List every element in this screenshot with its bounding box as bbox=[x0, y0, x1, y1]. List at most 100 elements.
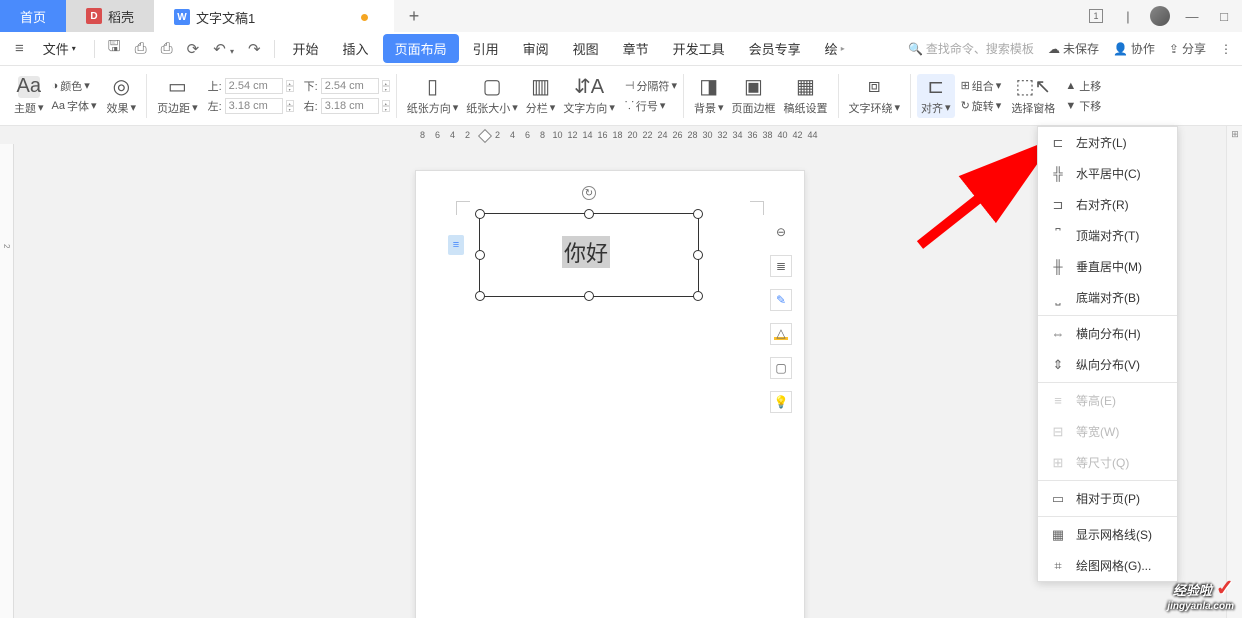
ribbon-upshift[interactable]: ▲ 上移 bbox=[1065, 78, 1101, 94]
coop-button[interactable]: 👤 协作 bbox=[1113, 40, 1155, 57]
side-minus-button[interactable]: ⊖ bbox=[770, 221, 792, 243]
dropdown-item: ≡等高(E) bbox=[1038, 385, 1177, 416]
tab-docke[interactable]: D 稻壳 bbox=[66, 0, 154, 32]
handle-bl[interactable] bbox=[475, 291, 485, 301]
dropdown-item[interactable]: ⌗绘图网格(G)... bbox=[1038, 550, 1177, 581]
ribbon-pageborder[interactable]: ▣ 页面边框 bbox=[728, 74, 780, 118]
ribbon-margin[interactable]: ▭ 页边距▾ bbox=[153, 74, 202, 118]
menu-chapter[interactable]: 章节 bbox=[613, 35, 659, 62]
margin-bottom-row: 下:2.54 cm▴▾ bbox=[304, 78, 390, 94]
menu-page-layout[interactable]: 页面布局 bbox=[383, 34, 459, 63]
side-pencil-button[interactable]: ✎ bbox=[770, 289, 792, 311]
menu-start[interactable]: 开始 bbox=[283, 35, 329, 62]
dropdown-item[interactable]: ╬水平居中(C) bbox=[1038, 158, 1177, 189]
text-box[interactable]: ↻ 你好 bbox=[479, 213, 699, 297]
handle-br[interactable] bbox=[693, 291, 703, 301]
menu-review[interactable]: 审阅 bbox=[513, 35, 559, 62]
dropdown-item[interactable]: ⇕纵向分布(V) bbox=[1038, 349, 1177, 380]
scroll-settings-icon[interactable]: ⊞ bbox=[1228, 127, 1242, 141]
dropdown-item[interactable]: ⊐右对齐(R) bbox=[1038, 189, 1177, 220]
dropdown-item: ⊞等尺寸(Q) bbox=[1038, 447, 1177, 478]
dropdown-item[interactable]: ⇔横向分布(H) bbox=[1038, 318, 1177, 349]
dropdown-item[interactable]: ▭相对于页(P) bbox=[1038, 483, 1177, 514]
print-preview-icon[interactable]: ⎙ bbox=[130, 40, 152, 57]
more-icon[interactable]: ⋮ bbox=[1220, 42, 1232, 56]
avatar[interactable] bbox=[1150, 6, 1170, 26]
save-icon[interactable]: 🖫 bbox=[103, 36, 126, 61]
side-wrap-button[interactable]: ≣ bbox=[770, 255, 792, 277]
handle-ml[interactable] bbox=[475, 250, 485, 260]
hamburger-icon[interactable]: ≡ bbox=[10, 40, 29, 57]
margin-bottom-input[interactable]: 2.54 cm bbox=[321, 78, 379, 94]
minimize-button[interactable]: — bbox=[1182, 6, 1202, 26]
menu-insert[interactable]: 插入 bbox=[333, 35, 379, 62]
dropdown-item[interactable]: ⎴顶端对齐(T) bbox=[1038, 220, 1177, 251]
orientation-icon: ▯ bbox=[421, 76, 443, 98]
text-box-content[interactable]: 你好 bbox=[562, 236, 610, 268]
ribbon-size[interactable]: ▢ 纸张大小▾ bbox=[462, 74, 522, 118]
align-item-icon: ≡ bbox=[1050, 393, 1066, 409]
dropdown-item[interactable]: ⊏左对齐(L) bbox=[1038, 127, 1177, 158]
ribbon-background[interactable]: ◨ 背景▾ bbox=[690, 74, 728, 118]
ribbon-theme[interactable]: Aa 主题▾ bbox=[10, 74, 48, 118]
vertical-scrollbar[interactable]: ⊞ bbox=[1226, 126, 1242, 618]
columns-icon: ▥ bbox=[530, 76, 552, 98]
dropdown-item[interactable]: ▦显示网格线(S) bbox=[1038, 519, 1177, 550]
side-shape-button[interactable]: ▢ bbox=[770, 357, 792, 379]
ribbon-textwrap[interactable]: ⧈ 文字环绕▾ bbox=[845, 74, 905, 118]
ribbon-combine[interactable]: ⊞ 组合▾ bbox=[961, 78, 1002, 94]
ribbon-selectpane[interactable]: ⬚↖ 选择窗格 bbox=[1007, 74, 1059, 118]
ribbon-orientation[interactable]: ▯ 纸张方向▾ bbox=[403, 74, 463, 118]
menu-draw[interactable]: 绘 ▸ bbox=[815, 35, 855, 62]
menu-devtools[interactable]: 开发工具 bbox=[663, 35, 735, 62]
menu-member[interactable]: 会员专享 bbox=[739, 35, 811, 62]
menu-view[interactable]: 视图 bbox=[563, 35, 609, 62]
margin-right-row: 右:3.18 cm▴▾ bbox=[304, 98, 390, 114]
ribbon-rotate[interactable]: ↻ 旋转▾ bbox=[961, 98, 1002, 114]
search-box[interactable]: 🔍 查找命令、搜索模板 bbox=[908, 40, 1034, 57]
ribbon-columns[interactable]: ▥ 分栏▾ bbox=[522, 74, 560, 118]
dropdown-item[interactable]: ⎵底端对齐(B) bbox=[1038, 282, 1177, 313]
side-bulb-button[interactable]: 💡 bbox=[770, 391, 792, 413]
maximize-button[interactable]: □ bbox=[1214, 6, 1234, 26]
page[interactable]: ≡ ↻ 你好 ⊖ ≣ ✎ △ ▢ 💡 bbox=[415, 170, 805, 618]
handle-tm[interactable] bbox=[584, 209, 594, 219]
margin-icon: ▭ bbox=[166, 76, 188, 98]
handle-mr[interactable] bbox=[693, 250, 703, 260]
ribbon-effect[interactable]: ◎ 效果▾ bbox=[103, 74, 141, 118]
align-item-icon: ⊞ bbox=[1050, 455, 1066, 471]
handle-bm[interactable] bbox=[584, 291, 594, 301]
refresh-icon[interactable]: ⟳ bbox=[182, 40, 205, 58]
ribbon-color[interactable]: ◑ 颜色▾ bbox=[52, 78, 97, 94]
undo-icon[interactable]: ↶ ▾ bbox=[208, 40, 239, 58]
ribbon-font[interactable]: Aa 字体▾ bbox=[52, 98, 97, 114]
print-icon[interactable]: ⎙ bbox=[156, 40, 178, 57]
window-counter[interactable]: 1 bbox=[1086, 6, 1106, 26]
dropdown-item[interactable]: ╫垂直居中(M) bbox=[1038, 251, 1177, 282]
word-icon: W bbox=[174, 9, 190, 25]
margin-left-input[interactable]: 3.18 cm bbox=[225, 98, 283, 114]
tab-home[interactable]: 首页 bbox=[0, 0, 66, 32]
ribbon-align[interactable]: ⊏ 对齐▾ bbox=[917, 74, 955, 118]
handle-tr[interactable] bbox=[693, 209, 703, 219]
share-button[interactable]: ⇪ 分享 bbox=[1169, 40, 1206, 57]
side-highlight-button[interactable]: △ bbox=[770, 323, 792, 345]
ribbon-textdir[interactable]: ⇵A 文字方向▾ bbox=[559, 74, 619, 118]
theme-icon: Aa bbox=[18, 76, 40, 98]
textwrap-icon: ⧈ bbox=[863, 76, 885, 98]
vertical-ruler: 2 bbox=[0, 144, 14, 618]
file-menu[interactable]: 文件 ▾ bbox=[33, 35, 86, 62]
unsaved-status[interactable]: ☁ 未保存 bbox=[1048, 40, 1099, 57]
margin-top-input[interactable]: 2.54 cm bbox=[225, 78, 283, 94]
ribbon-grid[interactable]: ▦ 稿纸设置 bbox=[780, 74, 832, 118]
ribbon-separator[interactable]: ⊣ 分隔符▾ bbox=[625, 78, 677, 94]
redo-icon[interactable]: ↷ bbox=[243, 40, 266, 58]
ribbon-linenum[interactable]: ⸪ 行号▾ bbox=[625, 98, 677, 114]
handle-tl[interactable] bbox=[475, 209, 485, 219]
ribbon-downshift[interactable]: ▼ 下移 bbox=[1065, 98, 1101, 114]
menu-reference[interactable]: 引用 bbox=[463, 35, 509, 62]
margin-right-input[interactable]: 3.18 cm bbox=[321, 98, 379, 114]
tab-document[interactable]: W 文字文稿1 bbox=[154, 0, 394, 32]
rotate-handle-icon[interactable]: ↻ bbox=[582, 186, 596, 200]
new-tab-button[interactable]: + bbox=[394, 6, 434, 27]
